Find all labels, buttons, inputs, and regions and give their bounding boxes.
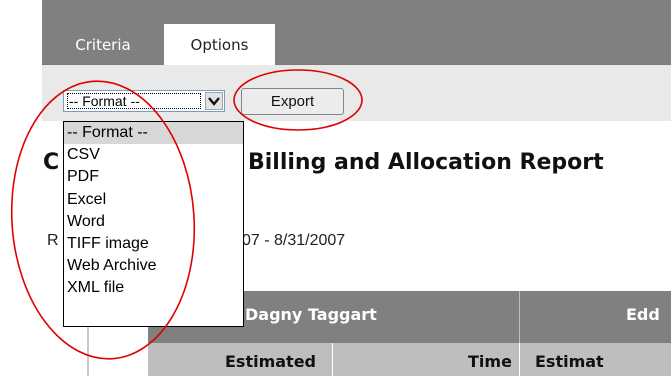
- annotation-circle-export: [233, 69, 363, 131]
- annotation-circle-dropdown: [10, 80, 196, 360]
- annotation-overlay: [10, 69, 363, 360]
